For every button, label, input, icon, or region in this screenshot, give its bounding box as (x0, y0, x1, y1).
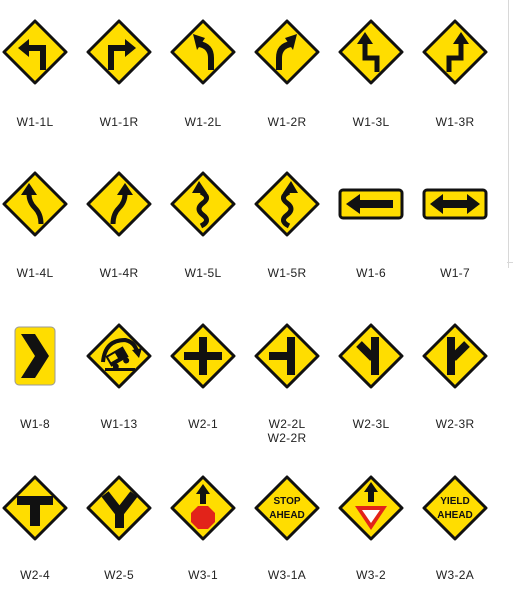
sign-W1-1R (81, 14, 157, 90)
t-intersection-left-icon (338, 323, 404, 389)
sign-W1-2R (249, 14, 325, 90)
label-W1-2R: W1-2R (267, 115, 307, 129)
stop-ahead-text-icon: STOP AHEAD (254, 475, 320, 541)
label-W1-6: W1-6 (356, 266, 386, 280)
label-W1-2L: W1-2L (184, 115, 222, 129)
sign-W2-3R (417, 318, 493, 394)
large-arrow-left-icon (338, 188, 404, 220)
right-divider (508, 0, 509, 268)
sign-W1-4R (81, 166, 157, 242)
label-W1-3L: W1-3L (352, 115, 390, 129)
label-W1-5R: W1-5R (267, 266, 307, 280)
label-W2-2R: W2-2R (267, 431, 307, 445)
sign-W1-3L (333, 14, 409, 90)
reverse-curve-left-icon (2, 171, 68, 237)
reverse-turn-left-icon (338, 19, 404, 85)
sign-W3-1 (165, 470, 241, 546)
sign-W3-2 (333, 470, 409, 546)
sign-W2-4 (0, 470, 73, 546)
sign-W1-1L (0, 14, 73, 90)
sign-W1-6 (333, 166, 409, 242)
sign-text-line-1: STOP (273, 496, 300, 507)
label-W2-5: W2-5 (104, 568, 134, 582)
label-W3-2: W3-2 (356, 568, 386, 582)
reverse-turn-right-icon (422, 19, 488, 85)
sign-chart-page: { "signs": [ {"code":"W1-1L","icon":"tur… (0, 0, 513, 612)
sign-text-line-1: YIELD (440, 496, 469, 507)
sign-W3-2A: YIELD AHEAD (417, 470, 493, 546)
label-W2-3R: W2-3R (435, 417, 475, 431)
label-W2-1: W2-1 (188, 417, 218, 431)
sign-W2-1 (165, 318, 241, 394)
label-W1-3R: W1-3R (435, 115, 475, 129)
label-W1-1R: W1-1R (99, 115, 139, 129)
label-W2-3L: W2-3L (352, 417, 390, 431)
stop-ahead-symbol-icon (170, 475, 236, 541)
label-W3-1: W3-1 (188, 568, 218, 582)
label-W1-5L: W1-5L (184, 266, 222, 280)
right-divider-tick (507, 262, 513, 263)
label-W1-7: W1-7 (440, 266, 470, 280)
sign-W2-3L (333, 318, 409, 394)
reverse-curve-right-icon (86, 171, 152, 237)
y-intersection-icon (86, 475, 152, 541)
winding-road-right-icon (254, 171, 320, 237)
sign-W1-3R (417, 14, 493, 90)
turn-right-icon (86, 19, 152, 85)
curve-left-icon (170, 19, 236, 85)
label-W1-13: W1-13 (100, 417, 138, 431)
two-direction-arrow-icon (422, 188, 488, 220)
sign-W1-7 (417, 166, 493, 242)
curve-right-icon (254, 19, 320, 85)
label-W1-8: W1-8 (20, 417, 50, 431)
turn-left-icon (2, 19, 68, 85)
sign-W1-2L (165, 14, 241, 90)
cross-road-icon (170, 323, 236, 389)
sign-W1-4L (0, 166, 73, 242)
sign-W1-5R (249, 166, 325, 242)
label-W3-1A: W3-1A (267, 568, 307, 582)
sign-W2-2 (249, 318, 325, 394)
sign-W2-5 (81, 470, 157, 546)
sign-W1-8 (0, 318, 73, 394)
sign-W1-13 (81, 318, 157, 394)
side-road-icon (254, 323, 320, 389)
truck-rollover-icon (86, 323, 152, 389)
label-W2-4: W2-4 (20, 568, 50, 582)
label-W1-4L: W1-4L (16, 266, 54, 280)
label-W2-2L: W2-2L (268, 417, 306, 431)
yield-ahead-symbol-icon (338, 475, 404, 541)
label-W1-1L: W1-1L (16, 115, 54, 129)
sign-W1-5L (165, 166, 241, 242)
label-W3-2A: W3-2A (435, 568, 475, 582)
yield-ahead-text-icon: YIELD AHEAD (422, 475, 488, 541)
t-intersection-icon (2, 475, 68, 541)
label-W1-4R: W1-4R (99, 266, 139, 280)
sign-W3-1A: STOP AHEAD (249, 470, 325, 546)
chevron-right-icon (14, 326, 56, 386)
winding-road-left-icon (170, 171, 236, 237)
t-intersection-right-icon (422, 323, 488, 389)
sign-text-line-2: AHEAD (269, 510, 305, 521)
sign-text-line-2: AHEAD (437, 510, 473, 521)
